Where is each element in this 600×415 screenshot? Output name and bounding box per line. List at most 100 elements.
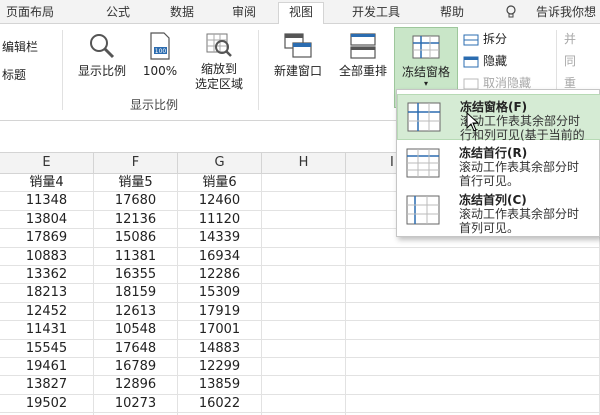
empty-cell[interactable] [262, 321, 346, 340]
chevron-down-icon: ▾ [423, 79, 428, 88]
table-cell[interactable]: 17869 [0, 229, 94, 248]
table-cell[interactable]: 18213 [0, 284, 94, 303]
freeze-panes-label: 冻结窗格 [401, 65, 450, 79]
table-cell[interactable]: 10273 [94, 394, 178, 414]
table-cell[interactable]: 14883 [178, 339, 262, 358]
tab-help[interactable]: 帮助 [440, 3, 464, 23]
freeze-top-row-item[interactable]: 冻结首行(R) 滚动工作表其余部分时 首行可见。 [397, 141, 600, 188]
table-cell[interactable]: 12136 [94, 210, 178, 230]
new-window-icon [284, 33, 312, 58]
table-cell[interactable]: 12896 [94, 376, 178, 395]
table-cell[interactable]: 12286 [178, 266, 262, 285]
table-cell[interactable]: 12452 [0, 302, 94, 322]
table-cell[interactable]: 11120 [178, 210, 262, 230]
empty-cell[interactable] [262, 266, 346, 285]
table-cell[interactable]: 17680 [94, 192, 178, 211]
header-cell[interactable]: 销量5 [94, 174, 178, 193]
table-cell[interactable]: 15086 [94, 229, 178, 248]
table-cell[interactable]: 11431 [0, 321, 94, 340]
table-cell[interactable]: 10548 [94, 321, 178, 340]
split-button[interactable]: 拆分 [463, 30, 507, 48]
side-by-side-button[interactable]: 并 [564, 30, 576, 47]
zoom-selection-label-2: 选定区域 [194, 77, 243, 91]
arrange-all-button[interactable]: 全部重排 [332, 32, 394, 79]
table-cell[interactable]: 17001 [178, 321, 262, 340]
freeze-first-column-icon [406, 195, 440, 225]
empty-cell[interactable] [262, 192, 346, 211]
freeze-panes-item[interactable]: 冻结窗格(F) 滚动工作表其余部分时 行和列可见(基于当前的 [397, 94, 600, 142]
empty-cell[interactable] [262, 210, 346, 230]
table-cell[interactable]: 11348 [0, 192, 94, 211]
column-header-f[interactable]: F [94, 153, 178, 174]
tab-view[interactable]: 视图 [278, 2, 325, 25]
table-cell[interactable]: 10883 [0, 247, 94, 266]
empty-cell[interactable] [262, 229, 346, 248]
table-cell[interactable]: 13362 [0, 266, 94, 285]
table-cell[interactable]: 12299 [178, 358, 262, 377]
table-cell[interactable]: 15545 [0, 339, 94, 358]
column-header-e[interactable]: E [0, 153, 94, 174]
empty-cell[interactable] [262, 302, 346, 322]
table-cell[interactable]: 14339 [178, 229, 262, 248]
empty-cell[interactable] [346, 394, 600, 414]
zoom-100-button[interactable]: 100 100% [137, 32, 183, 79]
zoom-to-selection-button[interactable]: 缩放到 选定区域 [186, 32, 252, 92]
empty-cell[interactable] [346, 376, 600, 395]
table-cell[interactable]: 17919 [178, 302, 262, 322]
table-cell[interactable]: 11381 [94, 247, 178, 266]
table-cell[interactable]: 13827 [0, 376, 94, 395]
table-cell[interactable]: 18159 [94, 284, 178, 303]
empty-cell[interactable] [262, 376, 346, 395]
freeze-first-column-title: 冻结首列(C) [459, 193, 527, 207]
tab-page-layout[interactable]: 页面布局 [6, 3, 54, 23]
freeze-top-row-desc: 滚动工作表其余部分时 首行可见。 [459, 160, 580, 188]
table-cell[interactable]: 19461 [0, 358, 94, 377]
table-cell[interactable]: 17648 [94, 339, 178, 358]
column-header-g[interactable]: G [178, 153, 262, 174]
freeze-panes-item-desc: 滚动工作表其余部分时 行和列可见(基于当前的 [460, 114, 585, 142]
new-window-button[interactable]: 新建窗口 [266, 32, 330, 79]
table-cell[interactable]: 13804 [0, 210, 94, 230]
empty-cell[interactable] [346, 302, 600, 322]
column-header-h[interactable]: H [262, 153, 346, 174]
table-cell[interactable]: 16022 [178, 394, 262, 414]
empty-cell[interactable] [346, 247, 600, 266]
table-cell[interactable]: 16355 [94, 266, 178, 285]
zoom-group-label: 显示比例 [130, 98, 179, 112]
table-cell[interactable]: 16789 [94, 358, 178, 377]
freeze-first-column-item[interactable]: 冻结首列(C) 滚动工作表其余部分时 首列可见。 [397, 188, 600, 235]
table-cell[interactable]: 13859 [178, 376, 262, 395]
empty-cell[interactable] [262, 339, 346, 358]
table-cell[interactable]: 16934 [178, 247, 262, 266]
zoom-button[interactable]: 显示比例 [70, 32, 134, 79]
tab-formulas[interactable]: 公式 [106, 3, 130, 23]
header-cell[interactable]: 销量6 [178, 174, 262, 193]
table-cell[interactable]: 15309 [178, 284, 262, 303]
tab-developer[interactable]: 开发工具 [352, 3, 400, 23]
table-cell[interactable]: 12460 [178, 192, 262, 211]
empty-cell[interactable] [346, 339, 600, 358]
empty-cell[interactable] [346, 266, 600, 285]
show-formula-bar-label[interactable]: 编辑栏 [2, 38, 38, 55]
unhide-label: 取消隐藏 [483, 76, 532, 90]
tab-review[interactable]: 审阅 [232, 3, 256, 23]
freeze-panes-icon [407, 102, 441, 132]
sync-scroll-button[interactable]: 同 [564, 52, 576, 69]
hide-button[interactable]: 隐藏 [463, 52, 507, 70]
table-cell[interactable]: 19502 [0, 394, 94, 414]
unhide-icon [463, 78, 479, 89]
empty-cell[interactable] [262, 284, 346, 303]
empty-cell[interactable] [262, 174, 346, 193]
lightbulb-icon [506, 5, 516, 18]
tell-me-box[interactable]: 告诉我你想 [536, 3, 596, 21]
empty-cell[interactable] [346, 358, 600, 377]
empty-cell[interactable] [346, 321, 600, 340]
table-cell[interactable]: 12613 [94, 302, 178, 322]
empty-cell[interactable] [346, 284, 600, 303]
header-cell[interactable]: 销量4 [0, 174, 94, 193]
empty-cell[interactable] [262, 358, 346, 377]
show-headings-label[interactable]: 标题 [2, 66, 26, 83]
tab-data[interactable]: 数据 [170, 3, 194, 23]
empty-cell[interactable] [262, 394, 346, 414]
empty-cell[interactable] [262, 247, 346, 266]
